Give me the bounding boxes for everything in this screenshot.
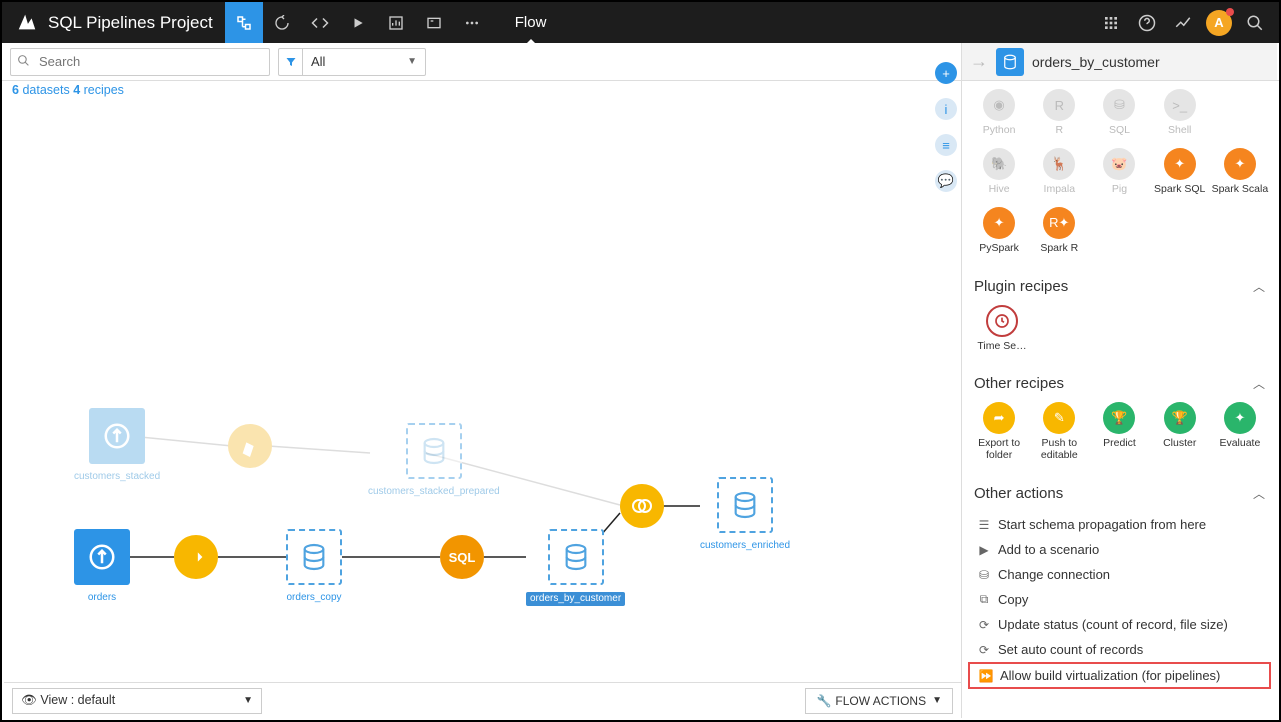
filter-select[interactable]: All ▼ (278, 48, 426, 76)
refresh-icon: ⟳ (974, 618, 994, 632)
plugin-recipes-grid: Time Se… (962, 301, 1277, 365)
flow-tab-label[interactable]: Flow (515, 14, 547, 31)
back-arrow-icon[interactable]: → (970, 51, 988, 72)
search-icon (11, 54, 35, 70)
activity-icon[interactable] (1165, 2, 1201, 43)
recipe-predict[interactable]: 🏆Predict (1090, 402, 1148, 461)
flow-bottom-bar: 👁 View : default ▼ 🔧 FLOW ACTIONS ▼ (4, 682, 961, 718)
recipe-pig[interactable]: 🐷Pig (1090, 144, 1148, 199)
recipe-pyspark[interactable]: ✦PySpark (970, 203, 1028, 258)
plugin-timeseries[interactable]: Time Se… (974, 305, 1030, 352)
action-copy[interactable]: ⧉Copy (962, 587, 1277, 612)
node-sql-recipe[interactable]: SQL (440, 535, 484, 579)
node-prepare-recipe[interactable] (228, 424, 272, 468)
fast-forward-icon: ⏩ (976, 669, 996, 683)
node-customers-stacked-prepared[interactable]: customers_stacked_prepared (368, 423, 500, 498)
copy-icon: ⧉ (974, 592, 994, 607)
dataset-icon (996, 48, 1024, 76)
nav-flow-icon[interactable] (225, 2, 263, 43)
refresh-icon: ⟳ (974, 643, 994, 657)
action-allow-virtualization[interactable]: ⏩Allow build virtualization (for pipelin… (968, 662, 1271, 689)
rail-add-icon[interactable]: + (935, 62, 957, 84)
recipe-hive[interactable]: 🐘Hive (970, 144, 1028, 199)
recipe-evaluate[interactable]: ✦Evaluate (1211, 402, 1269, 461)
recipe-cluster[interactable]: 🏆Cluster (1151, 402, 1209, 461)
nav-more-icon[interactable] (453, 2, 491, 43)
chevron-up-icon: ︿ (1253, 375, 1265, 392)
other-actions-header[interactable]: Other actions︿ (962, 475, 1277, 508)
project-name[interactable]: SQL Pipelines Project (48, 13, 213, 33)
list-icon: ☰ (974, 518, 994, 532)
nav-code-icon[interactable] (301, 2, 339, 43)
search-input[interactable] (35, 54, 269, 69)
nav-card-icon[interactable] (415, 2, 453, 43)
recipe-sparkr[interactable]: R✦Spark R (1030, 203, 1088, 258)
action-update-status[interactable]: ⟳Update status (count of record, file si… (962, 612, 1277, 637)
nav-chart-icon[interactable] (377, 2, 415, 43)
recipe-r[interactable]: RR (1030, 85, 1088, 140)
flow-side-rail: + i ≡ 💬 (931, 52, 961, 192)
play-icon: ▶ (974, 543, 994, 557)
panel-title: orders_by_customer (1032, 54, 1160, 70)
panel-header: → orders_by_customer (962, 43, 1277, 81)
recipe-sparkscala[interactable]: ✦Spark Scala (1211, 144, 1269, 199)
code-recipes-grid: ◉Python RR ⛁SQL >_Shell 🐘Hive 🦌Impala 🐷P… (962, 81, 1277, 268)
other-recipes-grid: ➦Export to folder ✎Push to editable 🏆Pre… (962, 398, 1277, 475)
caret-down-icon: ▼ (243, 695, 253, 706)
caret-down-icon: ▼ (932, 695, 942, 706)
plugin-recipes-header[interactable]: Plugin recipes︿ (962, 268, 1277, 301)
flow-actions-button[interactable]: 🔧 FLOW ACTIONS ▼ (805, 688, 953, 714)
chevron-up-icon: ︿ (1253, 485, 1265, 502)
recipe-export-folder[interactable]: ➦Export to folder (970, 402, 1028, 461)
chevron-up-icon: ︿ (1253, 278, 1265, 295)
rail-info-icon[interactable]: i (935, 98, 957, 120)
avatar[interactable]: A (1206, 10, 1232, 36)
other-recipes-header[interactable]: Other recipes︿ (962, 365, 1277, 398)
apps-icon[interactable] (1093, 2, 1129, 43)
recipe-shell[interactable]: >_Shell (1151, 85, 1209, 140)
flow-edges (2, 103, 961, 682)
rail-chat-icon[interactable]: 💬 (935, 170, 957, 192)
app-logo-icon[interactable] (16, 11, 40, 35)
eye-icon: 👁 (21, 693, 37, 707)
recipe-python[interactable]: ◉Python (970, 85, 1028, 140)
action-schema-propagation[interactable]: ☰Start schema propagation from here (962, 512, 1277, 537)
nav-cycle-icon[interactable] (263, 2, 301, 43)
action-auto-count[interactable]: ⟳Set auto count of records (962, 637, 1277, 662)
node-customers-stacked[interactable]: customers_stacked (74, 408, 160, 483)
node-orders-by-customer[interactable]: orders_by_customer (526, 529, 625, 606)
search-icon[interactable] (1237, 2, 1273, 43)
help-icon[interactable] (1129, 2, 1165, 43)
node-customers-enriched[interactable]: customers_enriched (700, 477, 790, 552)
node-sync-recipe[interactable] (174, 535, 218, 579)
right-panel: → orders_by_customer ◉Python RR ⛁SQL >_S… (961, 43, 1277, 718)
node-orders-copy[interactable]: orders_copy (286, 529, 342, 604)
view-selector[interactable]: 👁 View : default ▼ (12, 688, 262, 714)
action-change-connection[interactable]: ⛁Change connection (962, 562, 1277, 587)
search-input-wrap (10, 48, 270, 76)
recipe-sql[interactable]: ⛁SQL (1090, 85, 1148, 140)
rail-doc-icon[interactable]: ≡ (935, 134, 957, 156)
filter-icon (279, 49, 303, 75)
recipe-sparksql[interactable]: ✦Spark SQL (1151, 144, 1209, 199)
recipe-impala[interactable]: 🦌Impala (1030, 144, 1088, 199)
clock-icon (986, 305, 1018, 337)
action-add-scenario[interactable]: ▶Add to a scenario (962, 537, 1277, 562)
node-orders[interactable]: orders (74, 529, 130, 604)
filter-label: All (303, 54, 399, 69)
caret-down-icon: ▼ (399, 56, 425, 67)
other-actions-list: ☰Start schema propagation from here ▶Add… (962, 508, 1277, 693)
recipe-push-editable[interactable]: ✎Push to editable (1030, 402, 1088, 461)
nav-play-icon[interactable] (339, 2, 377, 43)
database-icon: ⛁ (974, 568, 994, 582)
flow-canvas[interactable]: customers_stacked customers_stacked_prep… (2, 103, 961, 682)
wrench-icon: 🔧 (816, 694, 831, 708)
node-join-recipe[interactable] (620, 484, 664, 528)
topbar: SQL Pipelines Project Flow A (2, 2, 1279, 43)
